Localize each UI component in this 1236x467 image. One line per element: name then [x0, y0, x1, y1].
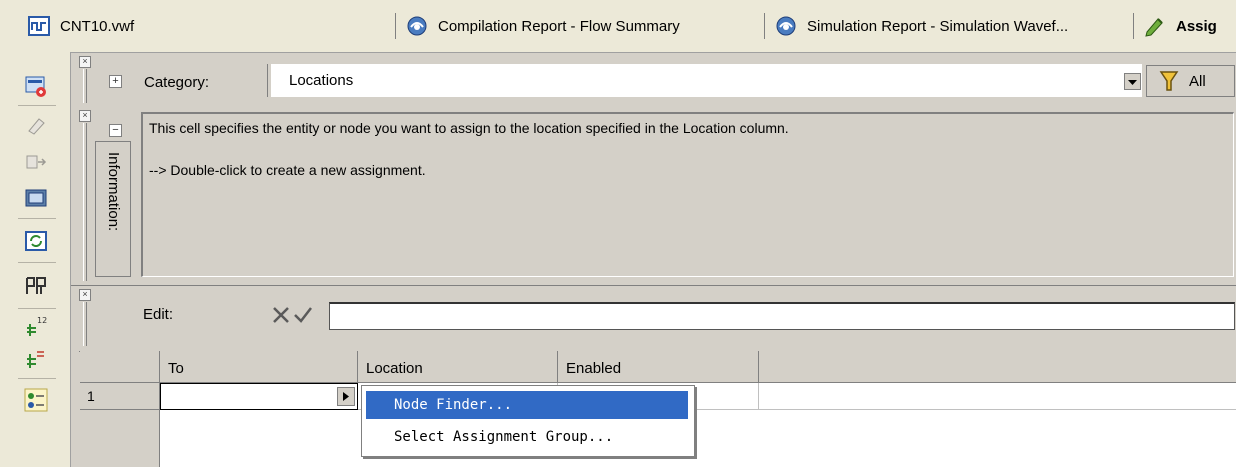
bus-icon[interactable] [24, 346, 48, 370]
show-all-label: All [1189, 73, 1206, 90]
tab-assignment-editor[interactable]: Assig [1133, 8, 1217, 44]
assignment-toolbar: 12 [0, 52, 71, 467]
menu-item-select-assignment-group[interactable]: Select Assignment Group... [366, 423, 688, 451]
information-line-1: This cell specifies the entity or node y… [149, 120, 789, 136]
row-index: 1 [87, 388, 95, 404]
report-icon [407, 16, 427, 36]
tab-cnt10-vwf[interactable]: CNT10.vwf [28, 8, 134, 44]
assignment-editor-icon [1145, 18, 1163, 37]
collapse-icon[interactable]: − [109, 124, 122, 137]
pin-planner-icon[interactable] [24, 274, 48, 298]
bus-numbered-icon[interactable]: 12 [24, 314, 48, 338]
pin-arrow-icon[interactable] [24, 150, 48, 174]
svg-text:12: 12 [37, 316, 47, 325]
cancel-x-icon[interactable] [271, 305, 291, 325]
information-text-area: This cell specifies the entity or node y… [141, 112, 1234, 277]
cell-blank [759, 383, 1236, 410]
toolbar-separator [18, 262, 56, 263]
chip-icon[interactable] [24, 186, 48, 210]
category-bar: × + Category: Locations All [71, 53, 1236, 108]
expand-icon[interactable]: + [109, 75, 122, 88]
edit-bar: × Edit: [71, 286, 1236, 351]
row-header[interactable]: 1 [80, 383, 160, 410]
chevron-down-icon[interactable] [1124, 73, 1141, 90]
column-label: Enabled [566, 360, 622, 377]
column-label: Location [366, 360, 423, 377]
toolbar-separator [18, 308, 56, 309]
information-tab[interactable]: Information: [95, 141, 131, 277]
category-select[interactable]: Locations [271, 64, 1142, 97]
eraser-icon[interactable] [24, 114, 48, 138]
column-header-enabled[interactable]: Enabled [558, 351, 759, 383]
category-label: Category: [144, 74, 210, 91]
divider [267, 64, 268, 97]
toolbar-separator [18, 105, 56, 106]
column-header-to[interactable]: To [160, 351, 358, 383]
tab-separator [395, 13, 396, 39]
row-header-corner[interactable] [80, 351, 160, 383]
tab-compilation-report[interactable]: Compilation Report - Flow Summary [395, 8, 680, 44]
close-icon[interactable]: × [79, 289, 91, 301]
show-all-button[interactable]: All [1146, 65, 1235, 97]
toolbar-separator [18, 378, 56, 379]
category-value: Locations [289, 72, 354, 89]
context-menu: Node Finder... Select Assignment Group..… [361, 385, 695, 457]
node-group-icon[interactable] [24, 388, 48, 412]
refresh-chip-icon[interactable] [24, 229, 48, 253]
tab-separator [1133, 13, 1134, 39]
cell-to[interactable] [160, 383, 358, 410]
chevron-right-icon [343, 392, 349, 401]
column-header-blank [759, 351, 1236, 383]
accept-check-icon[interactable] [293, 305, 313, 325]
panel-grip[interactable] [83, 123, 87, 281]
assignment-editor-icon[interactable] [24, 74, 48, 98]
toolbar-separator [18, 218, 56, 219]
tab-simulation-report[interactable]: Simulation Report - Simulation Wavef... [764, 8, 1068, 44]
tab-separator [764, 13, 765, 39]
panel-grip[interactable] [83, 302, 87, 346]
menu-item-node-finder[interactable]: Node Finder... [366, 391, 688, 419]
row-header-empty [80, 410, 160, 467]
table-empty-area [160, 410, 1236, 467]
tab-label: Simulation Report - Simulation Wavef... [807, 17, 1069, 35]
edit-input[interactable] [329, 302, 1235, 330]
filter-icon [1159, 71, 1179, 91]
information-label: Information: [105, 152, 122, 232]
edit-label: Edit: [143, 306, 174, 323]
close-icon[interactable]: × [79, 56, 91, 68]
close-icon[interactable]: × [79, 110, 91, 122]
tab-label: Assig [1176, 17, 1217, 35]
document-tab-bar: CNT10.vwf Compilation Report - Flow Summ… [0, 0, 1236, 53]
information-panel: × − Information: This cell specifies the… [71, 107, 1236, 286]
column-header-location[interactable]: Location [358, 351, 558, 383]
panel-grip[interactable] [83, 69, 87, 103]
information-line-2: --> Double-click to create a new assignm… [149, 162, 426, 178]
tab-label: CNT10.vwf [60, 17, 135, 35]
waveform-file-icon [28, 16, 50, 36]
column-label: To [168, 360, 184, 377]
cell-dropdown-button[interactable] [337, 387, 355, 406]
report-icon [776, 16, 796, 36]
tab-label: Compilation Report - Flow Summary [438, 17, 680, 35]
